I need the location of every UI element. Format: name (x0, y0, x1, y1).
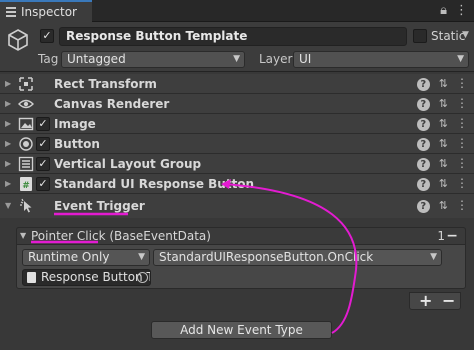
component-name: Rect Transform (54, 77, 157, 91)
help-icon[interactable]: ? (416, 138, 430, 151)
component-rect-transform[interactable]: ▶ Rect Transform ? ⇅ ⋮ (0, 74, 474, 94)
help-icon[interactable]: ? (416, 158, 430, 171)
image-icon (18, 117, 34, 131)
function-dropdown[interactable]: StandardUIResponseButton.OnClick ▼ (153, 249, 442, 266)
component-name: Canvas Renderer (54, 97, 170, 111)
listener-add-remove: + − (409, 291, 461, 310)
active-checkbox[interactable]: ✓ (40, 29, 54, 43)
kebab-menu-icon[interactable]: ⋮ (456, 116, 468, 131)
chevron-down-icon: ▼ (138, 252, 145, 262)
help-icon[interactable]: ? (416, 200, 430, 213)
target-object-value: Response Button T (41, 270, 151, 284)
component-enabled-checkbox[interactable]: ✓ (36, 157, 50, 171)
layer-dropdown[interactable]: UI ▼ (293, 51, 469, 68)
eye-icon (18, 99, 34, 109)
component-image[interactable]: ▶ ✓ Image ? ⇅ ⋮ (0, 114, 474, 134)
component-name: Button (54, 137, 100, 151)
event-entry-header: ▼ Pointer Click (BaseEventData) 1 − (16, 227, 466, 245)
foldout-arrow-icon[interactable]: ▶ (5, 119, 11, 128)
tab-inspector[interactable]: Inspector (0, 0, 92, 22)
presets-icon[interactable]: ⇅ (439, 117, 448, 131)
component-name: Standard UI Response Button (54, 177, 255, 191)
foldout-arrow-icon[interactable]: ▶ (5, 139, 11, 148)
kebab-menu-icon[interactable]: ⋮ (456, 76, 468, 91)
kebab-menu-icon[interactable]: ⋮ (456, 156, 468, 171)
presets-icon[interactable]: ⇅ (439, 157, 448, 171)
target-object-field[interactable]: Response Button T (22, 269, 151, 286)
lock-icon[interactable]: 🔒︎ (440, 3, 447, 18)
component-name: Event Trigger (54, 199, 145, 213)
chevron-down-icon: ▼ (233, 54, 240, 64)
kebab-menu-icon[interactable]: ⋮ (456, 136, 468, 151)
kebab-menu-icon[interactable]: ⋮ (456, 96, 468, 111)
component-enabled-checkbox[interactable]: ✓ (36, 177, 50, 191)
call-state-value: Runtime Only (28, 250, 110, 264)
layout-icon (18, 156, 34, 172)
gameobject-header: ✓ Response Button Template Static ▼ Tag … (0, 22, 474, 72)
tag-dropdown-value: Untagged (67, 52, 126, 66)
presets-icon[interactable]: ⇅ (439, 97, 448, 111)
component-button[interactable]: ▶ ✓ Button ? ⇅ ⋮ (0, 134, 474, 154)
presets-icon[interactable]: ⇅ (439, 137, 448, 151)
tab-inspector-label: Inspector (21, 5, 77, 19)
script-icon: # (20, 177, 32, 191)
component-event-trigger[interactable]: ▼ Event Trigger ? ⇅ ⋮ (0, 194, 474, 218)
layer-dropdown-value: UI (299, 52, 312, 66)
event-trigger-icon (20, 198, 32, 213)
function-value: StandardUIResponseButton.OnClick (159, 250, 374, 264)
kebab-menu-icon[interactable]: ⋮ (456, 198, 468, 213)
tab-bar: Inspector 🔒︎ ⋮ (0, 0, 474, 22)
add-new-event-type-button[interactable]: Add New Event Type (151, 321, 332, 339)
help-icon[interactable]: ? (416, 78, 430, 91)
static-checkbox[interactable] (413, 29, 427, 43)
presets-icon[interactable]: ⇅ (439, 199, 448, 213)
chevron-down-icon: ▼ (457, 54, 464, 64)
layer-label: Layer (259, 52, 293, 66)
component-name: Vertical Layout Group (54, 157, 202, 171)
help-icon[interactable]: ? (416, 118, 430, 131)
event-entry-title: Pointer Click (BaseEventData) (31, 229, 211, 243)
help-icon[interactable]: ? (416, 178, 430, 191)
foldout-arrow-icon[interactable]: ▶ (5, 159, 11, 168)
svg-text:#: # (22, 181, 30, 191)
component-vertical-layout-group[interactable]: ▶ ✓ Vertical Layout Group ? ⇅ ⋮ (0, 154, 474, 174)
kebab-menu-icon[interactable]: ⋮ (455, 3, 468, 18)
kebab-menu-icon[interactable]: ⋮ (456, 176, 468, 191)
static-dropdown-icon[interactable]: ▼ (462, 30, 469, 40)
component-canvas-renderer[interactable]: ▶ Canvas Renderer ? ⇅ ⋮ (0, 94, 474, 114)
static-label: Static (431, 29, 466, 43)
foldout-arrow-icon[interactable]: ▶ (5, 79, 11, 88)
foldout-arrow-icon[interactable]: ▶ (5, 179, 11, 188)
tag-dropdown[interactable]: Untagged ▼ (61, 51, 245, 68)
tag-label: Tag (38, 52, 59, 66)
remove-event-button[interactable]: − (446, 228, 458, 244)
add-listener-button[interactable]: + (419, 291, 432, 310)
help-icon[interactable]: ? (416, 98, 430, 111)
rect-transform-icon (19, 77, 33, 91)
cube-icon (8, 29, 28, 51)
component-enabled-checkbox[interactable]: ✓ (36, 137, 50, 151)
object-picker-icon[interactable] (137, 272, 148, 283)
component-enabled-checkbox[interactable]: ✓ (36, 117, 50, 131)
foldout-arrow-icon[interactable]: ▼ (5, 201, 11, 210)
hamburger-icon (6, 7, 16, 17)
object-icon (27, 272, 36, 283)
foldout-arrow-icon[interactable]: ▶ (5, 99, 11, 108)
component-standard-ui-response-button[interactable]: ▶ # ✓ Standard UI Response Button ? ⇅ ⋮ (0, 174, 474, 194)
event-entry-count: 1 (437, 229, 445, 243)
remove-listener-button[interactable]: − (442, 291, 455, 310)
component-name: Image (54, 117, 96, 131)
chevron-down-icon: ▼ (430, 252, 437, 262)
presets-icon[interactable]: ⇅ (439, 177, 448, 191)
presets-icon[interactable]: ⇅ (439, 77, 448, 91)
button-icon (19, 137, 33, 151)
object-name-field[interactable]: Response Button Template (59, 27, 407, 46)
foldout-arrow-icon[interactable]: ▼ (20, 231, 26, 240)
call-state-dropdown[interactable]: Runtime Only ▼ (22, 249, 150, 266)
